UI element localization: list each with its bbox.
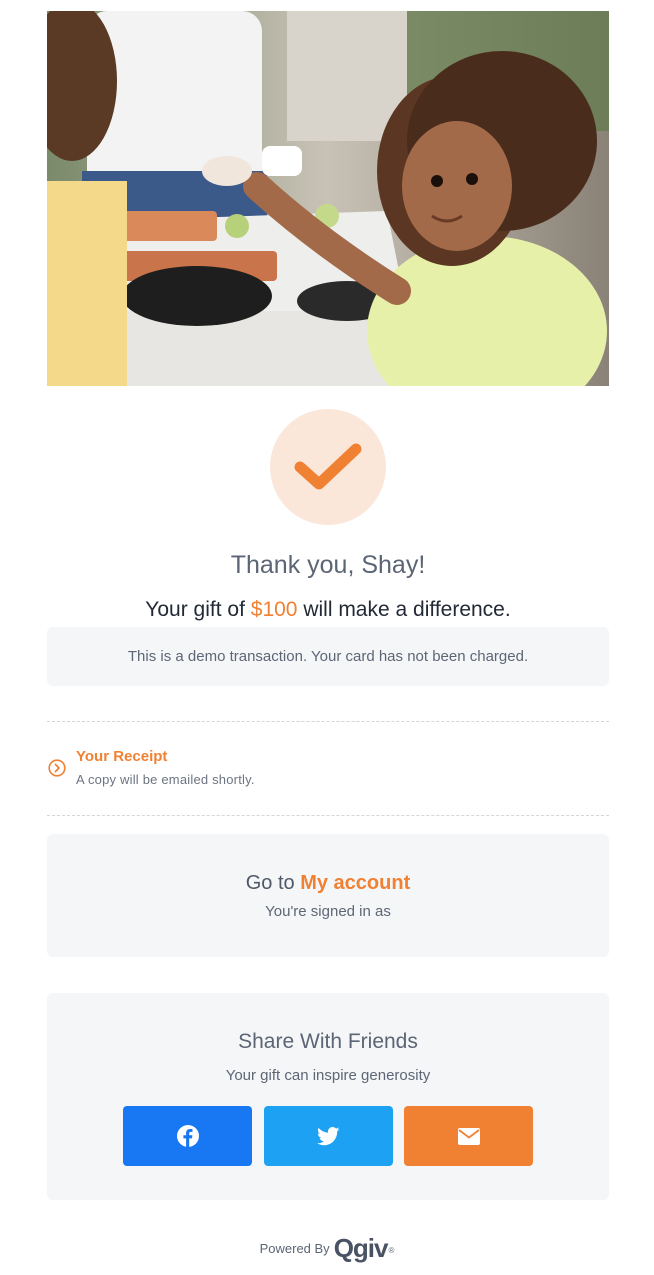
- receipt-title[interactable]: Your Receipt: [76, 748, 167, 765]
- powered-by-label: Powered By: [259, 1240, 330, 1256]
- account-prefix: Go to: [245, 872, 301, 894]
- hero-photo: [47, 11, 609, 386]
- receipt-link[interactable]: Your Receipt A copy will be emailed shor…: [47, 742, 609, 802]
- facebook-icon: [176, 1125, 199, 1147]
- twitter-icon: [317, 1126, 340, 1145]
- divider: [47, 815, 609, 816]
- share-title: Share With Friends: [238, 1030, 418, 1053]
- gift-message: Your gift of $100 will make a difference…: [47, 598, 609, 622]
- share-subtitle: Your gift can inspire generosity: [225, 1067, 431, 1084]
- thank-you-heading: Thank you, Shay!: [230, 551, 426, 579]
- email-icon: [457, 1127, 480, 1145]
- signed-in-text: You're signed in as: [265, 903, 391, 920]
- demo-notice: This is a demo transaction. Your card ha…: [47, 627, 609, 686]
- gift-suffix: will make a difference.: [297, 598, 511, 621]
- success-badge: [270, 409, 386, 525]
- qgiv-logo[interactable]: Qgiv: [334, 1233, 389, 1264]
- share-panel: Share With Friends Your gift can inspire…: [47, 993, 609, 1200]
- divider: [47, 721, 609, 722]
- account-panel: Go to My account You're signed in as: [47, 834, 609, 957]
- gift-amount: $100: [250, 598, 298, 621]
- twitter-share-button[interactable]: [264, 1106, 393, 1166]
- my-account-link[interactable]: My account: [300, 872, 410, 894]
- account-heading: Go to My account: [47, 872, 609, 895]
- demo-notice-text: This is a demo transaction. Your card ha…: [127, 648, 529, 665]
- facebook-share-button[interactable]: [123, 1106, 252, 1166]
- checkmark-icon: [294, 443, 362, 490]
- registered-mark: ®: [388, 1246, 395, 1255]
- chevron-right-circle-icon: [48, 759, 66, 777]
- receipt-subtitle: A copy will be emailed shortly.: [76, 772, 255, 787]
- gift-prefix: Your gift of: [145, 598, 251, 621]
- email-share-button[interactable]: [404, 1106, 533, 1166]
- footer: Powered By Qgiv ®: [0, 1232, 654, 1264]
